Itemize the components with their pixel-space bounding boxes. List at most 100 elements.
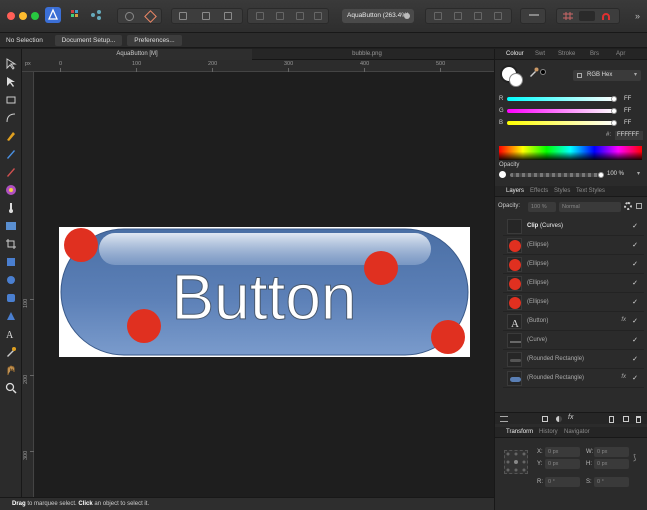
slider-knob[interactable] bbox=[611, 96, 617, 102]
node-tool-icon[interactable] bbox=[5, 76, 17, 88]
pen-tool-icon[interactable] bbox=[5, 130, 17, 142]
corner-tool-icon[interactable] bbox=[5, 112, 17, 124]
mask-icon[interactable] bbox=[542, 416, 548, 422]
layer-visibility-check[interactable]: ✓ bbox=[632, 241, 638, 249]
layer-row[interactable]: A (Button) fx ✓ bbox=[503, 312, 644, 331]
move-tool-icon[interactable] bbox=[5, 58, 17, 70]
layer-visibility-check[interactable]: ✓ bbox=[632, 279, 638, 287]
close-window-button[interactable] bbox=[7, 12, 15, 20]
arrange-group[interactable] bbox=[247, 8, 329, 24]
overflow-chevron-icon[interactable]: » bbox=[635, 11, 640, 21]
layer-opacity-field[interactable]: 100 % bbox=[528, 202, 556, 212]
minimize-window-button[interactable] bbox=[19, 12, 27, 20]
layer-visibility-check[interactable]: ✓ bbox=[632, 374, 638, 382]
transform-mode-group[interactable] bbox=[171, 8, 243, 24]
rectangle-tool-icon[interactable] bbox=[5, 256, 17, 268]
stroke-color-swatch[interactable] bbox=[509, 73, 523, 87]
w-field[interactable]: 0 px bbox=[594, 447, 629, 457]
tab-stroke[interactable]: Stroke bbox=[558, 49, 575, 60]
r-slider[interactable] bbox=[507, 96, 617, 102]
slider-knob[interactable] bbox=[611, 120, 617, 126]
g-slider[interactable] bbox=[507, 108, 617, 114]
x-field[interactable]: 0 px bbox=[545, 447, 580, 457]
tab-appearance[interactable]: Apr bbox=[616, 49, 625, 60]
rounded-rectangle-tool-icon[interactable] bbox=[5, 292, 17, 304]
view-mode-group[interactable] bbox=[117, 8, 162, 24]
layer-row[interactable]: (Ellipse) ✓ bbox=[503, 274, 644, 293]
vector-brush-tool-icon[interactable] bbox=[5, 166, 17, 178]
link-aspect-icon[interactable]: ⟆ bbox=[633, 453, 636, 462]
delete-layer-icon[interactable] bbox=[636, 416, 641, 423]
insert-group[interactable] bbox=[520, 8, 546, 24]
zoom-window-button[interactable] bbox=[31, 12, 39, 20]
shear-field[interactable]: 0 ° bbox=[594, 477, 629, 487]
layer-visibility-check[interactable]: ✓ bbox=[632, 298, 638, 306]
layer-row[interactable]: Clip (Curves) ✓ bbox=[503, 217, 644, 236]
crop-tool-icon[interactable] bbox=[5, 238, 17, 250]
tab-colour[interactable]: Colour bbox=[506, 49, 524, 60]
opacity-value[interactable]: 100 % bbox=[607, 170, 635, 179]
layer-visibility-check[interactable]: ✓ bbox=[632, 355, 638, 363]
triangle-tool-icon[interactable] bbox=[5, 310, 17, 322]
document-zoom-selector[interactable]: AquaButton (263.4%) bbox=[342, 9, 414, 23]
designer-persona-icon[interactable] bbox=[45, 7, 61, 23]
ellipse-tool-icon[interactable] bbox=[5, 274, 17, 286]
tab-brushes[interactable]: Brs bbox=[590, 49, 599, 60]
layer-row[interactable]: (Ellipse) ✓ bbox=[503, 293, 644, 312]
tab-transform[interactable]: Transform bbox=[506, 427, 533, 438]
layer-fx-icon[interactable]: fx bbox=[621, 317, 626, 323]
hex-value-field[interactable]: FFFFFF bbox=[615, 131, 643, 140]
b-slider[interactable] bbox=[507, 120, 617, 126]
layer-fx-icon[interactable]: fx bbox=[621, 374, 626, 380]
slider-knob[interactable] bbox=[598, 172, 604, 178]
color-spectrum[interactable] bbox=[499, 146, 642, 160]
y-field[interactable]: 0 px bbox=[545, 459, 580, 469]
color-picker-tool-icon[interactable] bbox=[5, 346, 17, 358]
align-group[interactable] bbox=[425, 8, 512, 24]
layer-settings-gear-icon[interactable] bbox=[624, 202, 632, 210]
layer-visibility-check[interactable]: ✓ bbox=[632, 336, 638, 344]
layer-row[interactable]: (Rounded Rectangle) ✓ bbox=[503, 350, 644, 369]
opacity-slider[interactable] bbox=[510, 172, 604, 178]
artboard[interactable]: Button bbox=[59, 227, 470, 357]
add-layer-icon[interactable] bbox=[609, 416, 614, 423]
tab-effects[interactable]: Effects bbox=[530, 186, 548, 197]
effects-fx-icon[interactable]: fx bbox=[568, 414, 573, 421]
artboard-tool-icon[interactable] bbox=[5, 94, 17, 106]
layer-row[interactable]: (Ellipse) ✓ bbox=[503, 255, 644, 274]
layer-row[interactable]: (Rounded Rectangle) fx ✓ bbox=[503, 369, 644, 388]
export-persona-icon[interactable] bbox=[90, 9, 102, 21]
layer-visibility-check[interactable]: ✓ bbox=[632, 260, 638, 268]
layer-visibility-check[interactable]: ✓ bbox=[632, 222, 638, 230]
document-setup-button[interactable]: Document Setup... bbox=[55, 35, 122, 46]
snap-group[interactable] bbox=[556, 8, 620, 24]
text-tool-icon[interactable]: A bbox=[5, 328, 17, 340]
layer-row[interactable]: (Ellipse) ✓ bbox=[503, 236, 644, 255]
tab-history[interactable]: History bbox=[539, 427, 558, 438]
group-layers-icon[interactable] bbox=[623, 416, 629, 422]
blend-mode-select[interactable]: Normal bbox=[559, 202, 621, 212]
tab-layers[interactable]: Layers bbox=[506, 186, 524, 197]
layer-visibility-check[interactable]: ✓ bbox=[632, 317, 638, 325]
slider-knob[interactable] bbox=[611, 108, 617, 114]
layer-lock-icon[interactable] bbox=[636, 203, 642, 209]
rotation-field[interactable]: 0 ° bbox=[545, 477, 580, 487]
anchor-point-selector[interactable] bbox=[504, 450, 528, 474]
preferences-button[interactable]: Preferences... bbox=[127, 35, 182, 46]
tab-aquabutton[interactable]: AquaButton [M] bbox=[22, 49, 252, 60]
h-field[interactable]: 0 px bbox=[594, 459, 629, 469]
transparency-tool-icon[interactable] bbox=[5, 202, 17, 214]
zoom-tool-icon[interactable] bbox=[5, 382, 17, 394]
pixel-persona-icon[interactable] bbox=[70, 9, 82, 21]
tab-swatches[interactable]: Swt bbox=[535, 49, 545, 60]
aqua-button-artwork[interactable]: Button bbox=[59, 227, 470, 357]
adjustment-icon[interactable] bbox=[556, 416, 562, 422]
tab-text-styles[interactable]: Text Styles bbox=[576, 186, 605, 197]
black-swatch-icon[interactable] bbox=[540, 69, 546, 75]
eyedropper-icon[interactable] bbox=[529, 67, 539, 77]
view-tool-icon[interactable] bbox=[5, 364, 17, 376]
opacity-dropdown-icon[interactable]: ▾ bbox=[637, 170, 640, 177]
tab-styles[interactable]: Styles bbox=[554, 186, 570, 197]
tab-bubble[interactable]: bubble.png bbox=[252, 49, 482, 60]
layers-stack-icon[interactable] bbox=[500, 416, 508, 422]
